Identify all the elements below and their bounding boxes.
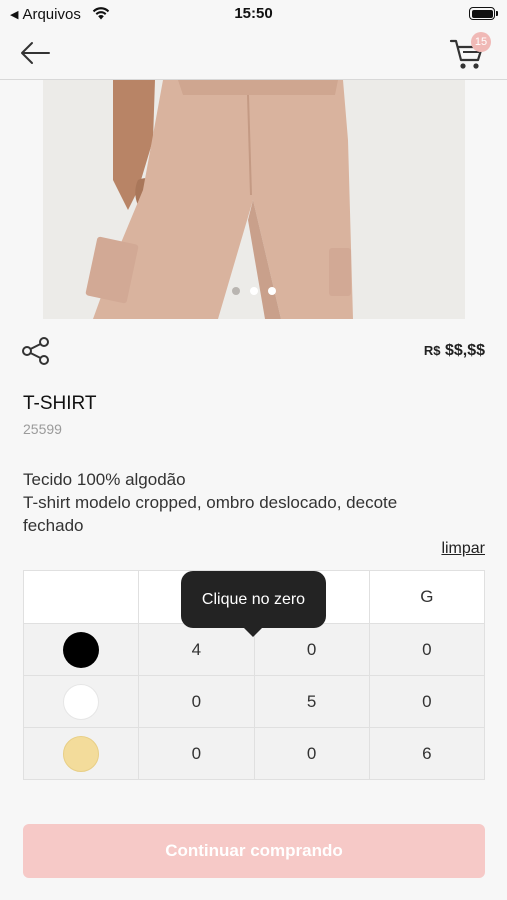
size-header: G xyxy=(368,570,486,624)
grid-corner-cell xyxy=(22,570,140,624)
quantity-cell[interactable]: 0 xyxy=(138,675,255,728)
product-description: Tecido 100% algodão T-shirt modelo cropp… xyxy=(23,468,463,537)
product-image[interactable] xyxy=(43,80,465,319)
price-currency: R$ xyxy=(423,343,441,358)
product-photo xyxy=(43,80,465,319)
pagination-dot[interactable] xyxy=(232,287,240,295)
color-swatch-yellow xyxy=(63,735,100,772)
pagination-dot[interactable] xyxy=(268,287,276,295)
color-swatch-black xyxy=(63,631,100,668)
color-cell xyxy=(22,727,140,780)
cart-count-badge: 15 xyxy=(471,32,491,52)
quantity-cell[interactable]: 0 xyxy=(368,675,486,728)
hint-tooltip: Clique no zero xyxy=(181,571,326,637)
color-swatch-white xyxy=(63,683,100,720)
continue-shopping-button[interactable]: Continuar comprando xyxy=(23,824,485,878)
description-line: fechado xyxy=(23,516,84,535)
quantity-cell[interactable]: 0 xyxy=(253,623,370,676)
quantity-cell[interactable]: 4 xyxy=(138,623,255,676)
product-price: R$ $$,$$ xyxy=(424,342,485,360)
quantity-cell[interactable]: 0 xyxy=(253,727,370,780)
grid-row: 0 0 6 xyxy=(22,727,486,780)
image-pagination xyxy=(43,287,465,295)
battery-icon xyxy=(469,7,498,20)
status-time: 15:50 xyxy=(234,5,273,22)
tooltip-text: Clique no zero xyxy=(201,591,306,608)
pagination-dot[interactable] xyxy=(250,287,258,295)
color-cell xyxy=(22,675,140,728)
status-bar: ◀ Arquivos 15:50 xyxy=(0,0,507,28)
quantity-cell[interactable]: 5 xyxy=(253,675,370,728)
share-button[interactable] xyxy=(21,336,51,366)
arrow-left-icon xyxy=(21,42,50,64)
clear-link[interactable]: limpar xyxy=(441,540,485,558)
nav-header: 15 xyxy=(0,28,507,80)
quantity-cell[interactable]: 6 xyxy=(368,727,486,780)
cart-button[interactable]: 15 xyxy=(449,32,491,72)
description-line: Tecido 100% algodão xyxy=(23,470,186,489)
back-button[interactable] xyxy=(18,38,52,68)
product-name: T-SHIRT xyxy=(23,393,97,414)
price-value: $$,$$ xyxy=(444,342,485,359)
color-cell xyxy=(22,623,140,676)
quantity-cell[interactable]: 0 xyxy=(368,623,486,676)
tooltip-arrow xyxy=(243,627,263,637)
grid-row: 0 5 0 xyxy=(22,675,486,728)
description-line: T-shirt modelo cropped, ombro deslocado,… xyxy=(23,493,398,512)
share-icon xyxy=(22,337,49,365)
product-code: 25599 xyxy=(23,421,62,437)
quantity-cell[interactable]: 0 xyxy=(138,727,255,780)
